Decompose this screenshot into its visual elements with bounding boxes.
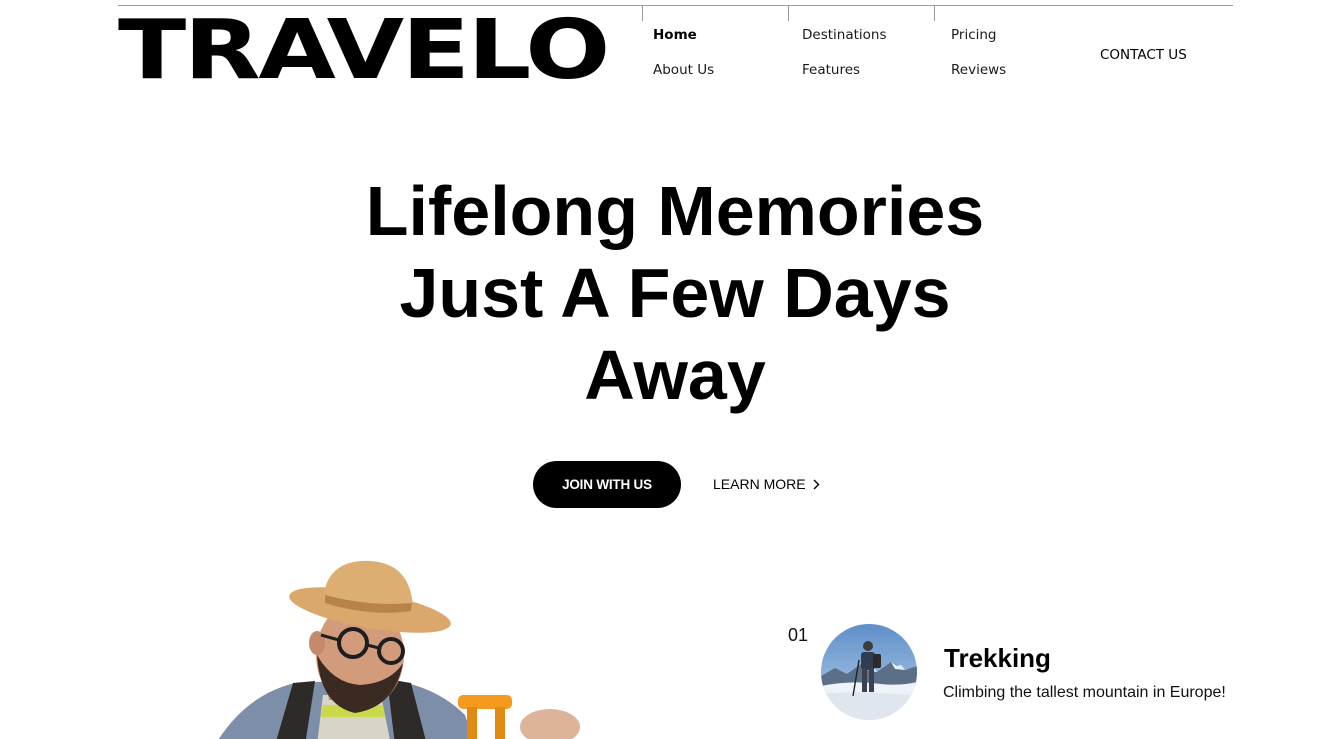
nav-link-home[interactable]: Home — [653, 28, 697, 43]
nav-link-features[interactable]: Features — [802, 63, 860, 78]
landing-page: TRAVELO Home About Us Destinations Featu… — [0, 0, 1341, 739]
learn-more-button[interactable]: LEARN MORE — [713, 477, 820, 491]
feature-title: Trekking — [944, 643, 1051, 673]
hero-title-line: Just A Few Days — [399, 254, 951, 332]
site-logo[interactable]: TRAVELO — [118, 10, 610, 92]
nav-link-destinations[interactable]: Destinations — [802, 28, 887, 43]
nav-link-reviews[interactable]: Reviews — [951, 63, 1006, 78]
feature-number: 01 — [788, 625, 809, 645]
join-with-us-button[interactable]: JOIN WITH US — [533, 461, 681, 508]
hero-title-line: Away — [584, 336, 766, 414]
hero-title: Lifelong Memories Just A Few Days Away — [270, 170, 1080, 416]
feature-avatar — [821, 624, 917, 720]
learn-more-label: LEARN MORE — [713, 476, 806, 492]
nav-separator — [788, 6, 789, 21]
chevron-right-icon — [813, 479, 820, 489]
nav-link-pricing[interactable]: Pricing — [951, 28, 997, 43]
traveler-photo — [218, 560, 580, 739]
trekking-photo — [821, 624, 917, 720]
nav-separator — [642, 6, 643, 21]
contact-us-link[interactable]: CONTACT US — [1100, 48, 1187, 63]
nav-separator — [934, 6, 935, 21]
feature-description: Climbing the tallest mountain in Europe! — [943, 684, 1226, 701]
hero-title-line: Lifelong Memories — [365, 172, 985, 250]
nav-link-about-us[interactable]: About Us — [653, 63, 714, 78]
